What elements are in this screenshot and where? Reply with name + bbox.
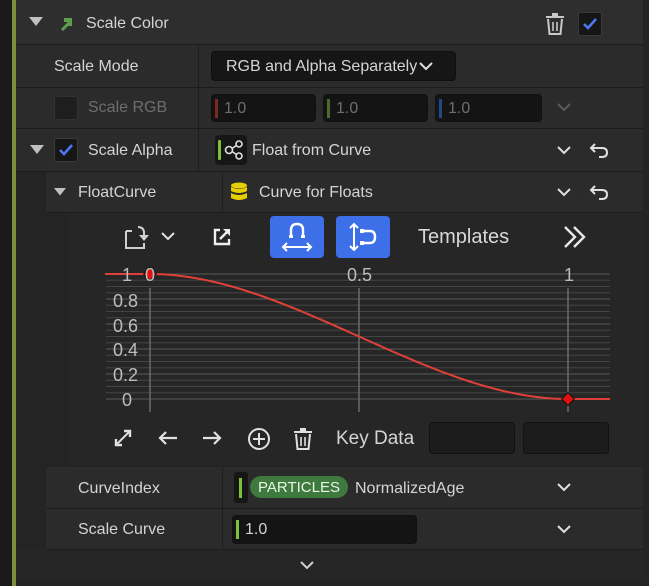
- scale-curve-field[interactable]: 1.0: [232, 515, 417, 544]
- float-curve-row: FloatCurve Curve for Floats: [46, 172, 643, 213]
- collapse-triangle-icon[interactable]: [28, 14, 44, 30]
- curve-key-point[interactable]: [560, 391, 576, 407]
- dynamic-input-icon[interactable]: [215, 135, 247, 165]
- scale-mode-dropdown[interactable]: RGB and Alpha Separately: [211, 51, 456, 81]
- column-divider: [222, 509, 223, 549]
- scale-mode-row: Scale Mode RGB and Alpha Separately: [16, 45, 643, 88]
- reset-arrow-icon[interactable]: [588, 182, 610, 202]
- y-tick-label: 0: [122, 390, 133, 410]
- column-divider: [222, 172, 223, 212]
- chevron-down-icon: [419, 60, 433, 72]
- scale-rgb-g-value: 1.0: [336, 100, 359, 117]
- collapse-triangle-icon[interactable]: [30, 145, 44, 155]
- collapse-triangle-icon[interactable]: [54, 187, 66, 197]
- chevron-down-icon[interactable]: [557, 482, 571, 492]
- x-tick-label: 1: [564, 265, 575, 285]
- scale-rgb-b-value: 1.0: [448, 100, 471, 117]
- key-value-field[interactable]: [523, 422, 609, 454]
- blue-channel-marker: [439, 99, 442, 118]
- previous-key-icon[interactable]: [156, 428, 180, 448]
- scale-mode-label: Scale Mode: [54, 58, 139, 75]
- x-tick-label: 0: [145, 265, 156, 285]
- snap-vertical-button[interactable]: [336, 216, 390, 258]
- float-type-marker: [239, 478, 242, 498]
- module-footer[interactable]: [16, 550, 643, 580]
- scale-rgb-label: Scale RGB: [88, 99, 168, 116]
- chevron-down-icon[interactable]: [557, 102, 571, 112]
- chevron-down-icon[interactable]: [557, 145, 571, 155]
- float-type-indicator: [234, 472, 248, 503]
- open-external-icon[interactable]: [210, 225, 234, 249]
- add-key-icon[interactable]: [246, 426, 272, 452]
- chevron-down-icon[interactable]: [557, 524, 571, 534]
- scale-alpha-row: Scale Alpha Float from Curve: [16, 129, 643, 172]
- trash-icon[interactable]: [544, 12, 566, 36]
- expand-chevron-icon[interactable]: [300, 560, 314, 570]
- chevron-down-icon[interactable]: [557, 187, 571, 197]
- x-tick-label: 0.5: [347, 265, 373, 285]
- float-curve-value: Curve for Floats: [259, 184, 373, 201]
- next-key-icon[interactable]: [200, 428, 224, 448]
- float-curve-label: FloatCurve: [78, 184, 157, 201]
- scale-rgb-row: Scale RGB 1.0 1.0 1.0: [16, 88, 643, 129]
- chevron-down-icon[interactable]: [160, 230, 176, 242]
- scale-rgb-b-field[interactable]: 1.0: [435, 94, 542, 122]
- scale-rgb-r-field[interactable]: 1.0: [211, 94, 316, 122]
- templates-button[interactable]: Templates: [418, 226, 509, 249]
- scale-curve-value: 1.0: [245, 521, 268, 538]
- column-divider: [198, 129, 199, 171]
- key-data-label: Key Data: [336, 428, 415, 449]
- red-channel-marker: [215, 99, 218, 118]
- scale-alpha-label: Scale Alpha: [88, 142, 173, 159]
- y-tick-label: 0.4: [113, 340, 139, 360]
- curve-index-label: CurveIndex: [78, 480, 160, 497]
- delete-key-icon[interactable]: [291, 426, 315, 452]
- scale-alpha-value: Float from Curve: [252, 142, 372, 159]
- scale-curve-label: Scale Curve: [78, 521, 166, 538]
- y-tick-label: 0.6: [113, 316, 139, 336]
- column-divider: [198, 88, 199, 128]
- curve-index-row: CurveIndex PARTICLES NormalizedAge: [46, 467, 643, 509]
- module-enabled-checkbox[interactable]: [578, 12, 602, 36]
- key-time-field[interactable]: [429, 422, 515, 454]
- float-type-marker: [236, 520, 239, 539]
- fit-view-icon[interactable]: [112, 427, 134, 449]
- y-tick-label: 1: [122, 265, 133, 285]
- snap-horizontal-button[interactable]: [270, 216, 324, 258]
- column-divider: [198, 45, 199, 87]
- curve-index-value: NormalizedAge: [355, 480, 465, 497]
- module-title: Scale Color: [86, 15, 169, 32]
- scale-arrow-icon: [58, 14, 76, 32]
- scale-rgb-checkbox[interactable]: [54, 96, 78, 120]
- column-divider: [222, 467, 223, 508]
- double-chevron-right-icon[interactable]: [560, 224, 590, 250]
- scale-alpha-checkbox[interactable]: [54, 138, 78, 162]
- namespace-badge: PARTICLES: [250, 476, 348, 498]
- y-tick-label: 0.8: [113, 291, 139, 311]
- import-curve-icon[interactable]: [120, 222, 154, 252]
- reset-arrow-icon[interactable]: [588, 140, 610, 160]
- database-icon: [229, 182, 249, 202]
- module-header[interactable]: Scale Color: [16, 0, 643, 45]
- y-tick-label: 0.2: [113, 365, 139, 385]
- scale-curve-row: Scale Curve 1.0: [46, 509, 643, 550]
- scale-rgb-r-value: 1.0: [224, 100, 247, 117]
- scale-mode-value: RGB and Alpha Separately: [226, 58, 418, 75]
- scale-rgb-g-field[interactable]: 1.0: [323, 94, 428, 122]
- green-channel-marker: [327, 99, 330, 118]
- float-type-marker: [218, 140, 221, 160]
